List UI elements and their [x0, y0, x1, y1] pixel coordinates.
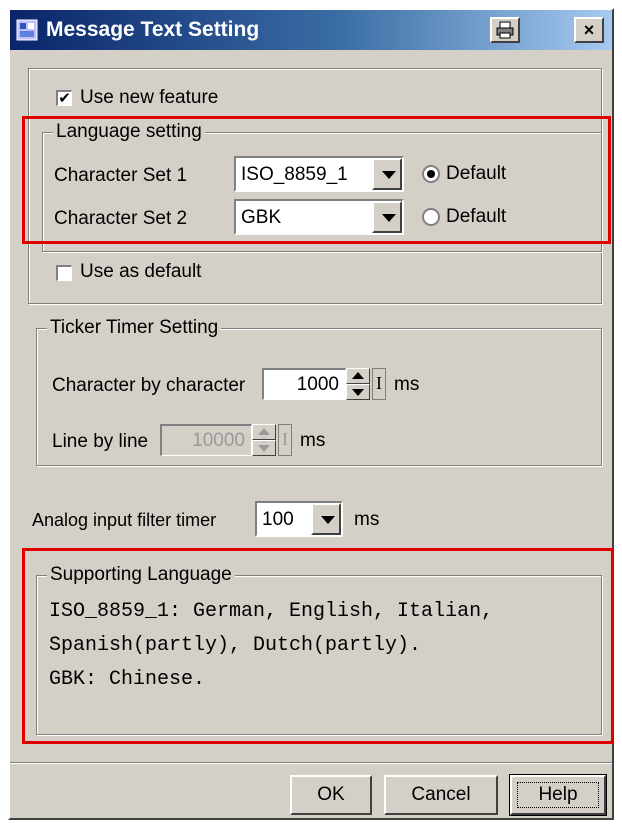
analog-filter-dropdown[interactable]: 100 — [255, 501, 343, 537]
char-by-char-spinner[interactable] — [346, 368, 370, 400]
charset1-default-radio[interactable] — [422, 165, 440, 183]
spin-up-icon[interactable] — [252, 424, 276, 440]
app-icon — [16, 19, 38, 41]
supporting-language-title: Supporting Language — [47, 564, 235, 586]
chevron-down-icon[interactable] — [311, 503, 341, 535]
focus-indicator — [517, 782, 599, 808]
supporting-line-1: ISO_8859_1: German, English, Italian, — [49, 600, 494, 623]
text-cursor-icon[interactable]: I — [372, 368, 386, 400]
spin-up-icon[interactable] — [346, 368, 370, 384]
spin-down-icon[interactable] — [346, 384, 370, 400]
text-cursor-icon[interactable]: I — [278, 424, 292, 456]
line-by-line-spinner[interactable] — [252, 424, 276, 456]
char-by-char-unit: ms — [394, 374, 420, 395]
cancel-button[interactable]: Cancel — [384, 775, 498, 815]
charset1-dropdown[interactable]: ISO_8859_1 — [234, 156, 404, 192]
supporting-line-2: Spanish(partly), Dutch(partly). — [49, 634, 422, 657]
language-setting-title: Language setting — [53, 121, 205, 143]
charset2-default-radio[interactable] — [422, 208, 440, 226]
charset2-value: GBK — [241, 207, 282, 228]
printer-button[interactable] — [490, 17, 520, 43]
chevron-down-icon[interactable] — [372, 158, 402, 190]
supporting-line-3: GBK: Chinese. — [49, 668, 206, 691]
charset1-label: Character Set 1 — [54, 165, 188, 186]
dialog-window: Message Text Setting × ✔ Use new feature… — [8, 8, 614, 820]
analog-filter-label: Analog input filter timer — [32, 510, 217, 530]
charset1-value: ISO_8859_1 — [241, 164, 348, 185]
chevron-down-icon[interactable] — [372, 201, 402, 233]
line-by-line-label: Line by line — [52, 431, 149, 452]
button-separator — [10, 762, 612, 764]
help-button[interactable]: Help — [509, 774, 607, 816]
title-bar[interactable]: Message Text Setting × — [10, 10, 612, 50]
window-title: Message Text Setting — [46, 18, 260, 41]
close-icon: × — [583, 20, 595, 40]
use-as-default-label: Use as default — [80, 261, 202, 282]
line-by-line-unit: ms — [300, 430, 326, 451]
analog-filter-unit: ms — [354, 509, 380, 530]
char-by-char-label: Character by character — [52, 375, 246, 396]
ok-button[interactable]: OK — [290, 775, 372, 815]
close-button[interactable]: × — [574, 17, 604, 43]
supporting-language-group: Supporting Language ISO_8859_1: German, … — [36, 564, 602, 735]
spin-down-icon[interactable] — [252, 440, 276, 456]
charset2-default-label: Default — [446, 206, 507, 227]
analog-filter-value: 100 — [262, 509, 294, 530]
charset1-default-label: Default — [446, 163, 507, 184]
use-as-default-checkbox[interactable] — [56, 265, 72, 281]
use-new-feature-checkbox[interactable]: ✔ — [56, 90, 72, 106]
charset2-dropdown[interactable]: GBK — [234, 199, 404, 235]
ticker-timer-title: Ticker Timer Setting — [47, 317, 222, 339]
charset2-label: Character Set 2 — [54, 208, 188, 229]
use-new-feature-label: Use new feature — [80, 87, 219, 108]
char-by-char-input[interactable]: 1000 — [262, 368, 346, 400]
line-by-line-input[interactable]: 10000 — [160, 424, 252, 456]
printer-icon — [496, 21, 514, 39]
